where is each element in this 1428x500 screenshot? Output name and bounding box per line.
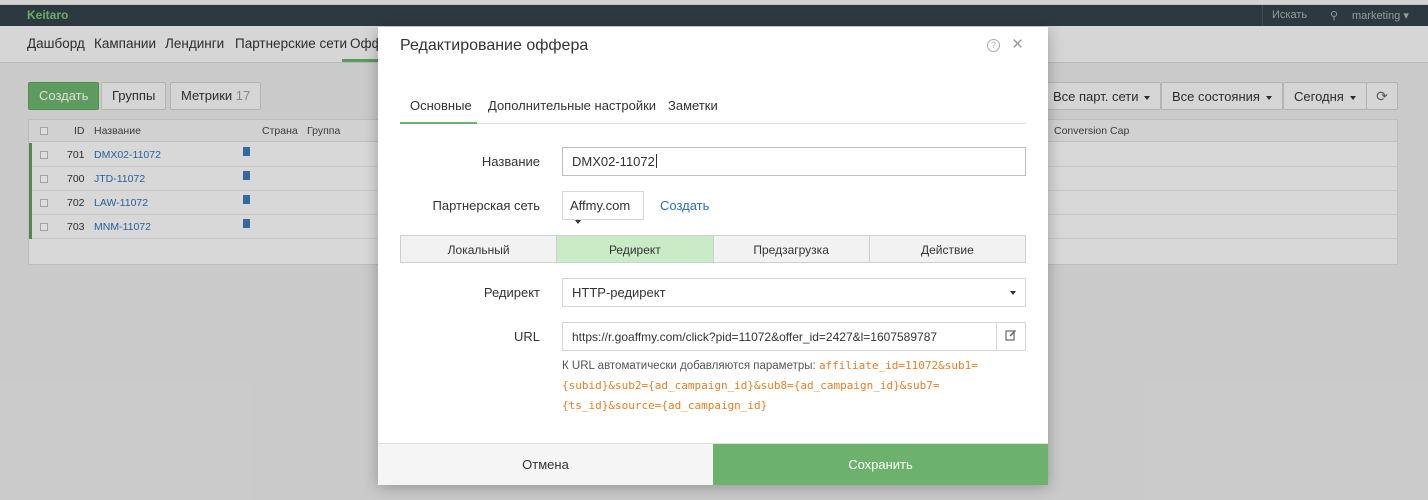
type-local[interactable]: Локальный — [401, 236, 558, 262]
cancel-button[interactable]: Отмена — [378, 444, 713, 485]
close-icon[interactable]: × — [1012, 35, 1023, 54]
type-action[interactable]: Действие — [869, 236, 1025, 262]
affiliate-network-value: Affmy.com — [570, 198, 631, 213]
url-edit-button[interactable] — [996, 322, 1026, 351]
edit-icon — [1005, 329, 1017, 341]
name-label: Название — [481, 154, 540, 169]
name-input-value: DMX02-11072 — [572, 154, 655, 169]
tab-advanced-settings[interactable]: Дополнительные настройки — [488, 96, 656, 124]
url-hint-text: К URL автоматически добавляются параметр… — [562, 360, 816, 372]
type-preload[interactable]: Предзагрузка — [713, 236, 870, 262]
chevron-down-icon — [575, 219, 581, 224]
type-redirect[interactable]: Редирект — [557, 236, 714, 262]
tab-notes[interactable]: Заметки — [668, 96, 718, 124]
tab-basic[interactable]: Основные — [400, 96, 477, 124]
affiliate-network-select[interactable]: Affmy.com — [562, 191, 644, 224]
affiliate-network-label: Партнерская сеть — [432, 198, 541, 213]
chevron-down-icon — [1010, 291, 1016, 295]
modal-tabs: Основные Дополнительные настройки Заметк… — [400, 96, 1026, 124]
modal-title: Редактирование оффера — [400, 37, 589, 54]
help-icon[interactable]: ? — [987, 39, 1000, 52]
url-label: URL — [513, 329, 540, 344]
name-input[interactable]: DMX02-11072 — [562, 147, 1026, 176]
redirect-type-select[interactable]: HTTP-редирект — [562, 278, 1026, 307]
edit-offer-modal: Редактирование оффера ? × Основные Допол… — [378, 27, 1048, 485]
modal-footer: Отмена Сохранить — [378, 443, 1048, 485]
url-input[interactable]: https://r.goaffmy.com/click?pid=11072&of… — [562, 322, 996, 351]
create-affiliate-network-link[interactable]: Создать — [660, 198, 709, 213]
text-cursor — [655, 154, 657, 168]
redirect-type-value: HTTP-редирект — [572, 285, 666, 300]
offer-type-switch: Локальный Редирект Предзагрузка Действие — [400, 235, 1026, 263]
save-button[interactable]: Сохранить — [713, 444, 1048, 485]
url-params-hint: К URL автоматически добавляются параметр… — [562, 356, 1022, 416]
redirect-label: Редирект — [483, 285, 540, 300]
